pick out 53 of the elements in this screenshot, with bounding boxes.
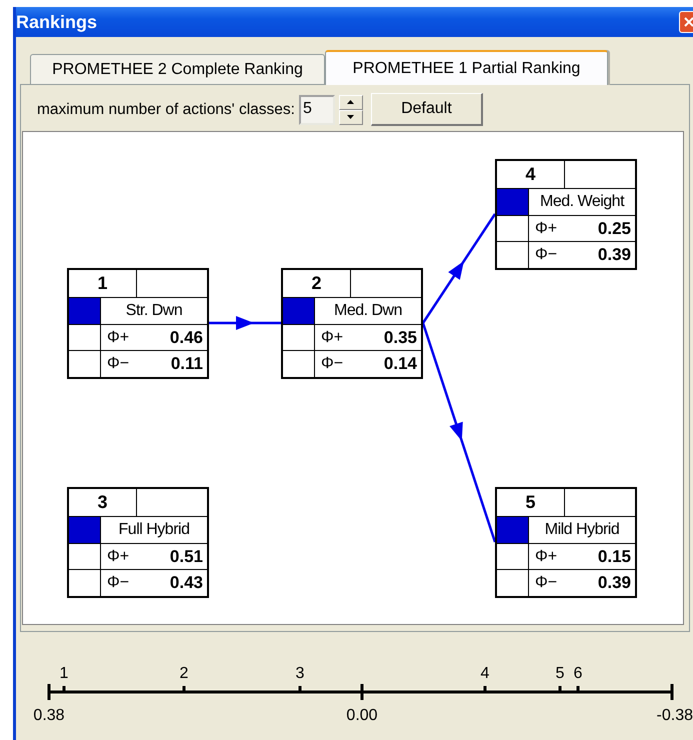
flow-label: Φ+ [535, 548, 558, 566]
flow-label: Φ− [535, 246, 558, 264]
flow-value: 0.25 [598, 218, 631, 239]
classes-input[interactable]: 5 [298, 94, 335, 125]
action-label: 5 [556, 665, 564, 682]
spin-up-button[interactable] [338, 94, 363, 110]
flow-label: Φ+ [107, 548, 130, 566]
close-button[interactable] [679, 11, 693, 33]
action-label: 6 [574, 665, 582, 682]
tab[interactable]: PROMETHEE 2 Complete Ranking [30, 54, 325, 84]
tab[interactable]: PROMETHEE 1 Partial Ranking [325, 50, 608, 85]
marker-tick [182, 686, 186, 692]
axis-label: 0.00 [346, 707, 378, 724]
action-label: 1 [60, 665, 68, 682]
flow-value: 0.39 [598, 573, 631, 594]
node-number: 2 [283, 270, 351, 298]
marker-tick [558, 686, 562, 692]
flow-value: 0.46 [170, 328, 203, 348]
flow-label: Φ+ [535, 220, 558, 238]
marker-tick [62, 686, 66, 692]
flow-value: 0.43 [170, 573, 203, 594]
marker-tick [298, 686, 302, 692]
action-label: 3 [296, 665, 304, 682]
node-number: 3 [69, 489, 137, 518]
flow-label: Φ+ [107, 328, 130, 347]
node-number: 1 [69, 270, 137, 298]
flow-label: Φ− [107, 574, 130, 592]
spin-down-button[interactable] [338, 110, 363, 125]
marker-tick [576, 686, 580, 692]
action-label: 4 [480, 665, 490, 682]
flow-label: Φ− [321, 355, 344, 374]
flow-value: 0.11 [170, 354, 203, 374]
flow-value: 0.39 [598, 245, 631, 266]
flow-value: 0.15 [598, 546, 631, 567]
default-button[interactable]: Default [370, 93, 483, 126]
flow-value: 0.51 [170, 546, 203, 567]
axis-label: -0.38 [656, 707, 693, 724]
node-number: 4 [497, 161, 565, 190]
flow-label: Φ− [535, 574, 558, 592]
close-icon [683, 16, 693, 28]
window-title: Rankings [16, 12, 98, 32]
flow-label: Φ+ [321, 328, 344, 347]
node-number: 5 [497, 489, 565, 518]
up-arrow-icon [347, 100, 354, 104]
arrow [209, 316, 281, 330]
flow-value: 0.35 [384, 328, 417, 348]
flow-value: 0.14 [384, 354, 417, 374]
classes-label: maximum number of actions' classes: [37, 100, 295, 119]
down-arrow-icon [347, 115, 354, 120]
axis-label: 0.38 [33, 707, 65, 724]
action-label: 2 [180, 665, 188, 682]
flow-label: Φ− [107, 355, 130, 374]
marker-tick [484, 686, 486, 692]
